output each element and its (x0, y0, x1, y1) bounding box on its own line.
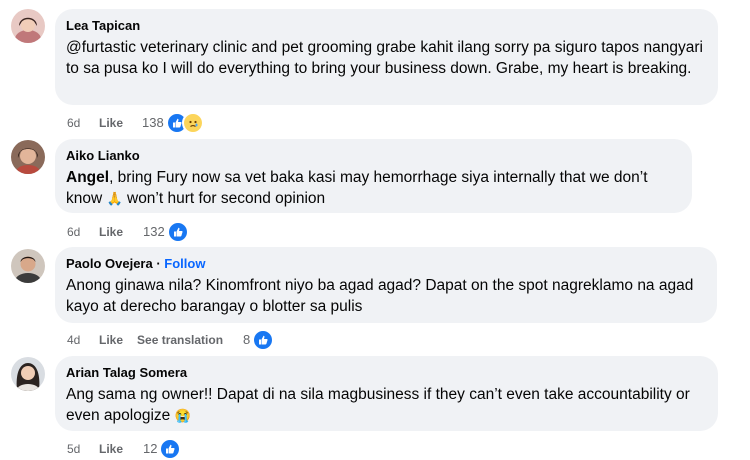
comment-text: @furtastic veterinary clinic and pet gro… (66, 39, 703, 77)
avatar[interactable] (11, 9, 45, 43)
reaction-count: 132 (143, 224, 165, 239)
comment-actions: 5d Like 12 (67, 438, 182, 460)
reaction-count: 138 (142, 115, 164, 130)
comment-actions: 6d Like 132 (67, 221, 189, 243)
comment-bubble: Lea Tapican @furtastic veterinary clinic… (55, 9, 718, 105)
comment-bubble: Aiko Lianko Angel, bring Fury now sa vet… (55, 139, 692, 213)
follow-button[interactable]: Follow (164, 256, 205, 271)
comment-author[interactable]: Arian Talag Somera (66, 364, 706, 381)
sad-icon (181, 112, 204, 134)
reactions[interactable]: 8 (243, 329, 275, 351)
like-icon (166, 221, 189, 243)
see-translation-link[interactable]: See translation (137, 332, 223, 348)
mention-link[interactable]: Angel (66, 169, 109, 186)
comment-age[interactable]: 5d (67, 441, 99, 457)
reactions[interactable]: 132 (143, 221, 189, 243)
reactions[interactable]: 12 (143, 438, 182, 460)
like-button[interactable]: Like (99, 115, 123, 131)
comment-actions: 4d Like See translation 8 (67, 329, 275, 351)
praying-hands-emoji: 🙏 (106, 191, 123, 206)
comment-bubble: Paolo Ovejera · Follow Anong ginawa nila… (55, 247, 717, 323)
comment-text: Angel, bring Fury now sa vet baka kasi m… (66, 167, 680, 209)
avatar[interactable] (11, 140, 45, 174)
comment-bubble: Arian Talag Somera Ang sama ng owner!! D… (55, 356, 718, 431)
comment-author[interactable]: Paolo Ovejera (66, 256, 153, 271)
separator-dot: · (152, 256, 165, 271)
comment-age[interactable]: 4d (67, 332, 99, 348)
comment-text: Anong ginawa nila? Kinomfront niyo ba ag… (66, 277, 694, 315)
comment-author[interactable]: Aiko Lianko (66, 147, 680, 164)
like-button[interactable]: Like (99, 224, 123, 240)
comment-author[interactable]: Lea Tapican (66, 17, 706, 34)
like-button[interactable]: Like (99, 332, 123, 348)
comment-text-part: Ang sama ng owner!! Dapat di na sila mag… (66, 386, 690, 424)
comment-author-line: Paolo Ovejera · Follow (66, 255, 705, 272)
reactions[interactable]: 138 (142, 112, 204, 134)
like-icon (159, 438, 182, 460)
crying-face-emoji: 😭 (174, 408, 191, 423)
avatar[interactable] (11, 249, 45, 283)
avatar[interactable] (11, 357, 45, 391)
comment-age[interactable]: 6d (67, 115, 99, 131)
comment-text-part: won’t hurt for second opinion (122, 190, 326, 207)
reaction-count: 12 (143, 441, 158, 456)
comment-text: Ang sama ng owner!! Dapat di na sila mag… (66, 384, 706, 426)
reaction-count: 8 (243, 332, 251, 347)
comment-age[interactable]: 6d (67, 224, 99, 240)
comment-actions: 6d Like 138 (67, 112, 204, 134)
like-button[interactable]: Like (99, 441, 123, 457)
like-icon (252, 329, 275, 351)
